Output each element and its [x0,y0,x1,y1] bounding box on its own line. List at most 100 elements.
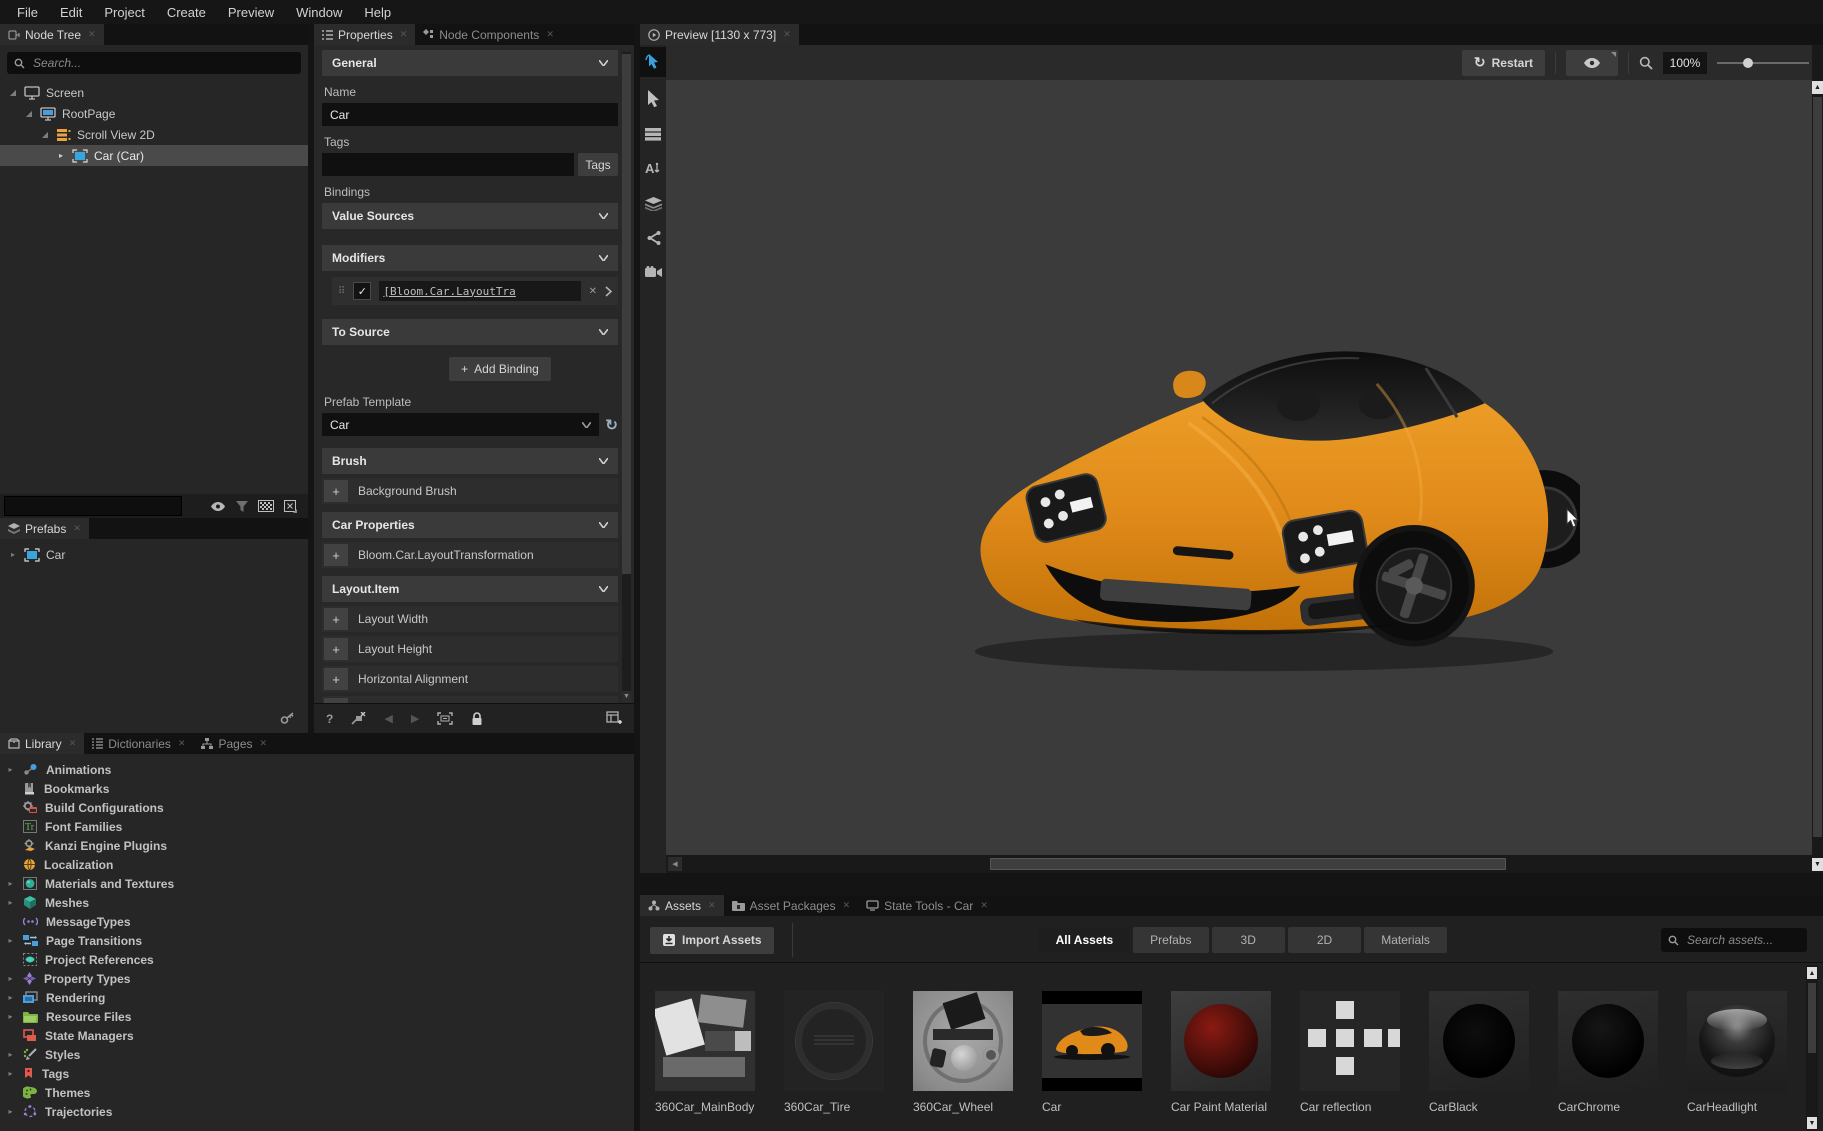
library-item-property-types[interactable]: ▸ Property Types [0,969,634,988]
asset-card-360car-tire[interactable]: 360Car_Tire [784,991,906,1114]
camera-tool[interactable] [640,257,666,287]
close-icon[interactable]: ✕ [73,523,81,534]
tree-item-scroll-view-2d[interactable]: ◢ Scroll View 2D [0,124,308,145]
checker-view-icon[interactable] [258,500,274,512]
share-connections-tool[interactable] [640,223,666,253]
history-back-icon[interactable]: ◀ [384,712,392,725]
select-tool[interactable] [640,83,666,113]
asset-card-car[interactable]: Car [1042,991,1164,1114]
library-item-localization[interactable]: Localization [0,855,634,874]
close-icon[interactable]: ✕ [783,29,791,40]
expand-closed-icon[interactable]: ▸ [6,1107,15,1116]
expand-closed-icon[interactable]: ▸ [6,974,15,983]
asset-card-carblack[interactable]: CarBlack [1429,991,1551,1114]
asset-card-360car-wheel[interactable]: 360Car_Wheel [913,991,1035,1114]
add-icon[interactable]: + [324,668,348,690]
text-analyze-tool[interactable]: A [640,153,666,183]
section-layout-item[interactable]: Layout.Item [322,576,618,602]
section-brush[interactable]: Brush [322,448,618,474]
clear-properties-icon[interactable] [351,712,366,725]
library-item-themes[interactable]: Themes [0,1083,634,1102]
scroll-down-icon[interactable]: ▼ [1812,858,1823,871]
close-icon[interactable]: ✕ [843,900,851,911]
preview-vscrollbar[interactable]: ▲ ▼ [1812,45,1823,873]
library-item-styles[interactable]: ▸ Styles [0,1045,634,1064]
add-property-icon[interactable] [606,711,622,726]
library-item-messagetypes[interactable]: MessageTypes [0,912,634,931]
add-icon[interactable]: + [324,608,348,630]
zoom-value[interactable]: 100% [1663,52,1707,74]
restart-button[interactable]: ↻ Restart [1462,50,1545,76]
search-input[interactable] [31,55,294,71]
chevron-right-icon[interactable] [605,286,612,297]
scroll-left-icon[interactable]: ◀ [668,857,682,871]
expand-closed-icon[interactable]: ▸ [6,765,15,774]
tab-asset-packages[interactable]: Asset Packages ✕ [724,895,859,916]
scrollbar-thumb[interactable] [1808,983,1816,1053]
node-tree-filter-box[interactable] [4,496,182,516]
library-item-page-transitions[interactable]: ▸ Page Transitions [0,931,634,950]
assets-search[interactable] [1661,928,1807,952]
library-item-meshes[interactable]: ▸ Meshes [0,893,634,912]
node-tree-search[interactable] [7,52,301,74]
close-icon[interactable]: ✕ [400,29,408,40]
preview-canvas[interactable] [666,80,1812,855]
tree-item-screen[interactable]: ◢ Screen [0,82,308,103]
menu-file[interactable]: File [6,5,49,20]
section-to-source[interactable]: To Source [322,319,618,345]
drag-handle-icon[interactable]: ⠿ [338,286,345,297]
scroll-down-icon[interactable]: ▼ [622,691,631,702]
interact-tool-active[interactable] [640,47,666,77]
slider-thumb[interactable] [1743,58,1753,68]
help-icon[interactable]: ? [326,712,333,726]
section-general[interactable]: General [322,50,618,76]
expand-closed-icon[interactable]: ▸ [6,1050,15,1059]
tab-node-tree[interactable]: Node Tree ✕ [0,24,104,45]
tree-item-car[interactable]: ▸ Car (Car) [0,145,308,166]
scroll-up-icon[interactable]: ▲ [1812,81,1823,94]
scrollbar-thumb[interactable] [1813,97,1822,837]
library-item-materials-and-textures[interactable]: ▸ Materials and Textures [0,874,634,893]
close-icon[interactable]: ✕ [88,29,96,40]
tab-properties[interactable]: Properties ✕ [314,24,415,45]
frame-select-icon[interactable] [437,712,453,725]
scroll-down-icon[interactable]: ▼ [1807,1117,1817,1129]
section-car-properties[interactable]: Car Properties [322,512,618,538]
tab-state-tools[interactable]: State Tools - Car ✕ [858,895,996,916]
scroll-up-icon[interactable]: ▲ [1807,967,1817,979]
library-item-kanzi-engine-plugins[interactable]: Kanzi Engine Plugins [0,836,634,855]
prefab-item-car[interactable]: ▸ Car [0,544,308,565]
lock-icon[interactable] [471,712,483,726]
expand-open-icon[interactable]: ◢ [40,130,50,139]
properties-scrollbar[interactable]: ▼ [622,52,631,702]
close-icon[interactable]: ✕ [708,900,716,911]
expand-closed-icon[interactable]: ▸ [56,151,66,160]
close-icon[interactable]: ✕ [178,738,186,749]
filter-all-assets[interactable]: All Assets [1039,927,1131,953]
assets-scrollbar[interactable]: ▲ ▼ [1806,965,1818,1131]
tags-field[interactable] [322,153,574,176]
revert-icon[interactable]: ↻ [605,416,618,434]
menu-create[interactable]: Create [156,5,217,20]
modifier-binding-field[interactable]: [Bloom.Car.LayoutTra [379,281,580,301]
tree-item-rootpage[interactable]: ◢ RootPage [0,103,308,124]
assets-search-input[interactable] [1685,932,1800,948]
expand-closed-icon[interactable]: ▸ [6,879,15,888]
expand-open-icon[interactable]: ◢ [8,88,18,97]
expand-open-icon[interactable]: ◢ [24,109,34,118]
library-item-build-configurations[interactable]: Build Configurations [0,798,634,817]
remove-modifier-icon[interactable]: ✕ [589,286,597,297]
close-icon[interactable]: ✕ [260,738,268,749]
asset-card-360car-mainbody[interactable]: 360Car_MainBody [655,991,777,1114]
tab-prefabs[interactable]: Prefabs ✕ [0,518,89,539]
filter-funnel-icon[interactable] [236,501,248,512]
section-value-sources[interactable]: Value Sources [322,203,618,229]
section-modifiers[interactable]: Modifiers [322,245,618,271]
expand-closed-icon[interactable]: ▸ [6,1012,15,1021]
tab-preview[interactable]: Preview [1130 x 773] ✕ [640,24,799,45]
expand-closed-icon[interactable]: ▸ [6,993,15,1002]
tab-dictionaries[interactable]: Dictionaries ✕ [84,733,193,754]
tab-node-components[interactable]: Node Components ✕ [415,24,562,45]
filter-materials[interactable]: Materials [1364,927,1447,953]
tab-pages[interactable]: Pages ✕ [193,733,275,754]
